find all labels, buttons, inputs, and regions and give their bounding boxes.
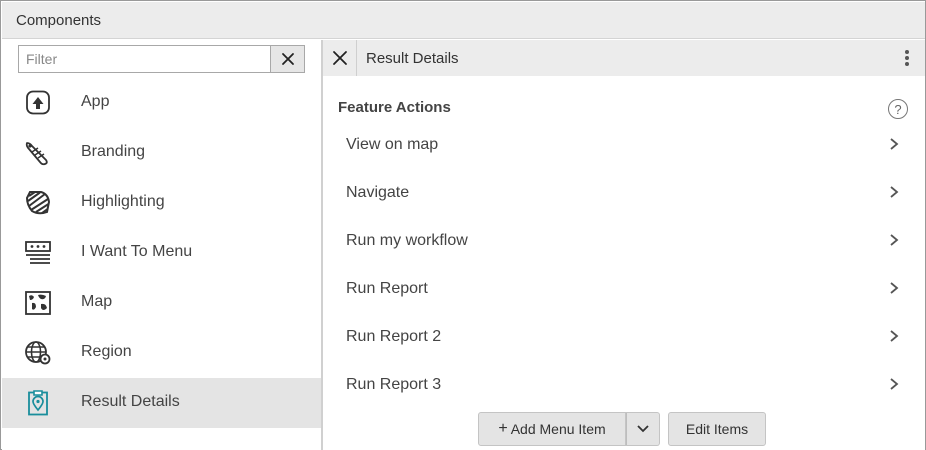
action-item-run-report-3[interactable]: Run Report 3 <box>323 361 925 409</box>
close-icon <box>281 53 294 65</box>
components-panel: App Branding <box>2 40 322 450</box>
component-label: Region <box>81 343 132 360</box>
action-item-run-my-workflow[interactable]: Run my workflow <box>323 217 925 265</box>
app-upload-icon <box>24 90 52 116</box>
edit-items-button[interactable]: Edit Items <box>668 412 766 446</box>
component-item-i-want-to-menu[interactable]: I Want To Menu <box>2 228 322 278</box>
globe-region-icon <box>24 340 52 366</box>
component-label: Map <box>81 293 113 310</box>
component-item-map[interactable]: Map <box>2 278 322 328</box>
component-item-highlighting[interactable]: Highlighting <box>2 178 322 228</box>
component-label: Result Details <box>81 393 180 410</box>
feature-actions-list: View on map Navigate Run my workflow Run… <box>323 121 925 409</box>
action-item-run-report-2[interactable]: Run Report 2 <box>323 313 925 361</box>
action-item-run-report[interactable]: Run Report <box>323 265 925 313</box>
highlighting-icon <box>24 190 52 216</box>
close-icon <box>332 51 347 65</box>
chevron-right-icon <box>890 282 899 294</box>
action-label: Run my workflow <box>346 232 468 249</box>
component-label: I Want To Menu <box>81 243 193 260</box>
component-label: Branding <box>81 143 146 160</box>
details-header: Result Details <box>323 40 925 76</box>
add-menu-item-label: Add Menu Item <box>510 421 606 437</box>
map-icon <box>24 290 52 316</box>
chevron-down-icon <box>637 425 649 433</box>
close-details-button[interactable] <box>323 40 357 76</box>
component-item-result-details[interactable]: Result Details <box>2 378 322 428</box>
action-label: Run Report <box>346 280 428 297</box>
chevron-right-icon <box>890 234 899 246</box>
more-options-icon[interactable] <box>899 48 915 68</box>
plus-icon: + <box>498 420 508 437</box>
action-label: Run Report 2 <box>346 328 442 345</box>
menu-list-icon <box>24 240 52 266</box>
filter-box <box>18 45 305 73</box>
components-header: Components <box>2 2 925 39</box>
component-item-region[interactable]: Region <box>2 328 322 378</box>
components-window: Components App <box>0 0 926 450</box>
chevron-right-icon <box>890 330 899 342</box>
action-item-navigate[interactable]: Navigate <box>323 169 925 217</box>
filter-clear-button[interactable] <box>270 46 304 72</box>
chevron-right-icon <box>890 378 899 390</box>
component-label: Highlighting <box>81 193 165 210</box>
branding-brush-icon <box>24 140 52 166</box>
action-label: Run Report 3 <box>346 376 442 393</box>
details-title: Result Details <box>366 50 459 67</box>
components-list: App Branding Highlighting I Want To Menu… <box>2 78 322 428</box>
action-buttons: + Add Menu Item Edit Items <box>478 412 766 446</box>
filter-input[interactable] <box>19 46 270 72</box>
feature-actions-heading: Feature Actions <box>338 99 451 116</box>
component-label: App <box>81 93 110 110</box>
action-label: View on map <box>346 136 439 153</box>
component-item-branding[interactable]: Branding <box>2 128 322 178</box>
component-item-app[interactable]: App <box>2 78 322 128</box>
add-menu-item-button[interactable]: + Add Menu Item <box>478 412 626 446</box>
chevron-right-icon <box>890 138 899 150</box>
result-details-panel: Result Details Feature Actions ? View on… <box>323 40 925 450</box>
chevron-right-icon <box>890 186 899 198</box>
help-icon[interactable]: ? <box>888 99 908 119</box>
edit-items-label: Edit Items <box>685 421 749 437</box>
result-details-pin-icon <box>24 390 52 416</box>
action-item-view-on-map[interactable]: View on map <box>323 121 925 169</box>
add-menu-item-dropdown-button[interactable] <box>626 412 660 446</box>
action-label: Navigate <box>346 184 410 201</box>
window-title: Components <box>16 12 102 29</box>
